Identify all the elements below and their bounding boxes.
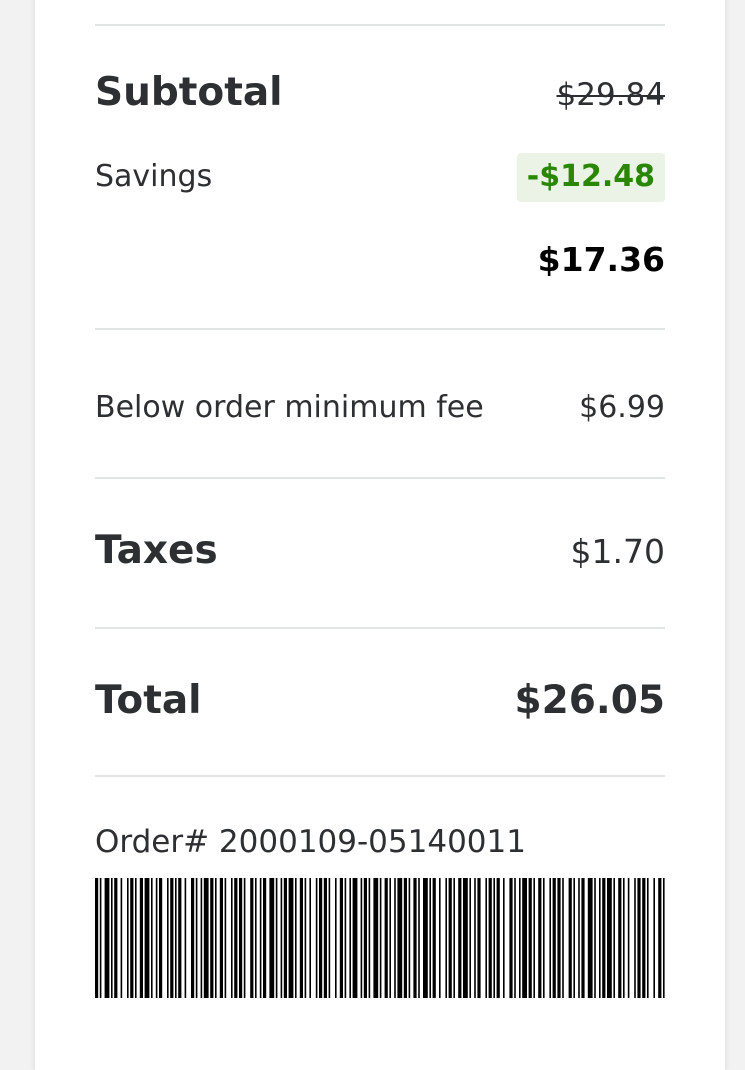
divider-top bbox=[95, 24, 665, 26]
taxes-value: $1.70 bbox=[570, 532, 665, 571]
order-number: Order# 2000109-05140011 bbox=[95, 824, 526, 860]
divider-1 bbox=[95, 328, 665, 330]
subtotal-final-row: $17.36 bbox=[95, 240, 665, 279]
subtotal-original-price: $29.84 bbox=[556, 77, 665, 113]
taxes-label: Taxes bbox=[95, 528, 218, 573]
savings-badge: -$12.48 bbox=[516, 153, 665, 202]
fee-value: $6.99 bbox=[579, 390, 665, 425]
total-value: $26.05 bbox=[514, 678, 666, 723]
subtotal-label: Subtotal bbox=[95, 70, 283, 115]
fee-row: Below order minimum fee $6.99 bbox=[95, 390, 665, 425]
order-barcode bbox=[95, 878, 665, 998]
divider-3 bbox=[95, 627, 665, 629]
savings-label: Savings bbox=[95, 159, 213, 194]
divider-2 bbox=[95, 477, 665, 479]
subtotal-final-price: $17.36 bbox=[537, 240, 665, 279]
divider-4 bbox=[95, 775, 665, 777]
subtotal-row: Subtotal $29.84 bbox=[95, 70, 665, 115]
total-row: Total $26.05 bbox=[95, 678, 665, 723]
receipt-card: Subtotal $29.84 Savings -$12.48 $17.36 B… bbox=[34, 0, 726, 1070]
total-label: Total bbox=[95, 678, 202, 723]
taxes-row: Taxes $1.70 bbox=[95, 528, 665, 573]
fee-label: Below order minimum fee bbox=[95, 390, 484, 425]
savings-row: Savings -$12.48 bbox=[95, 153, 665, 213]
